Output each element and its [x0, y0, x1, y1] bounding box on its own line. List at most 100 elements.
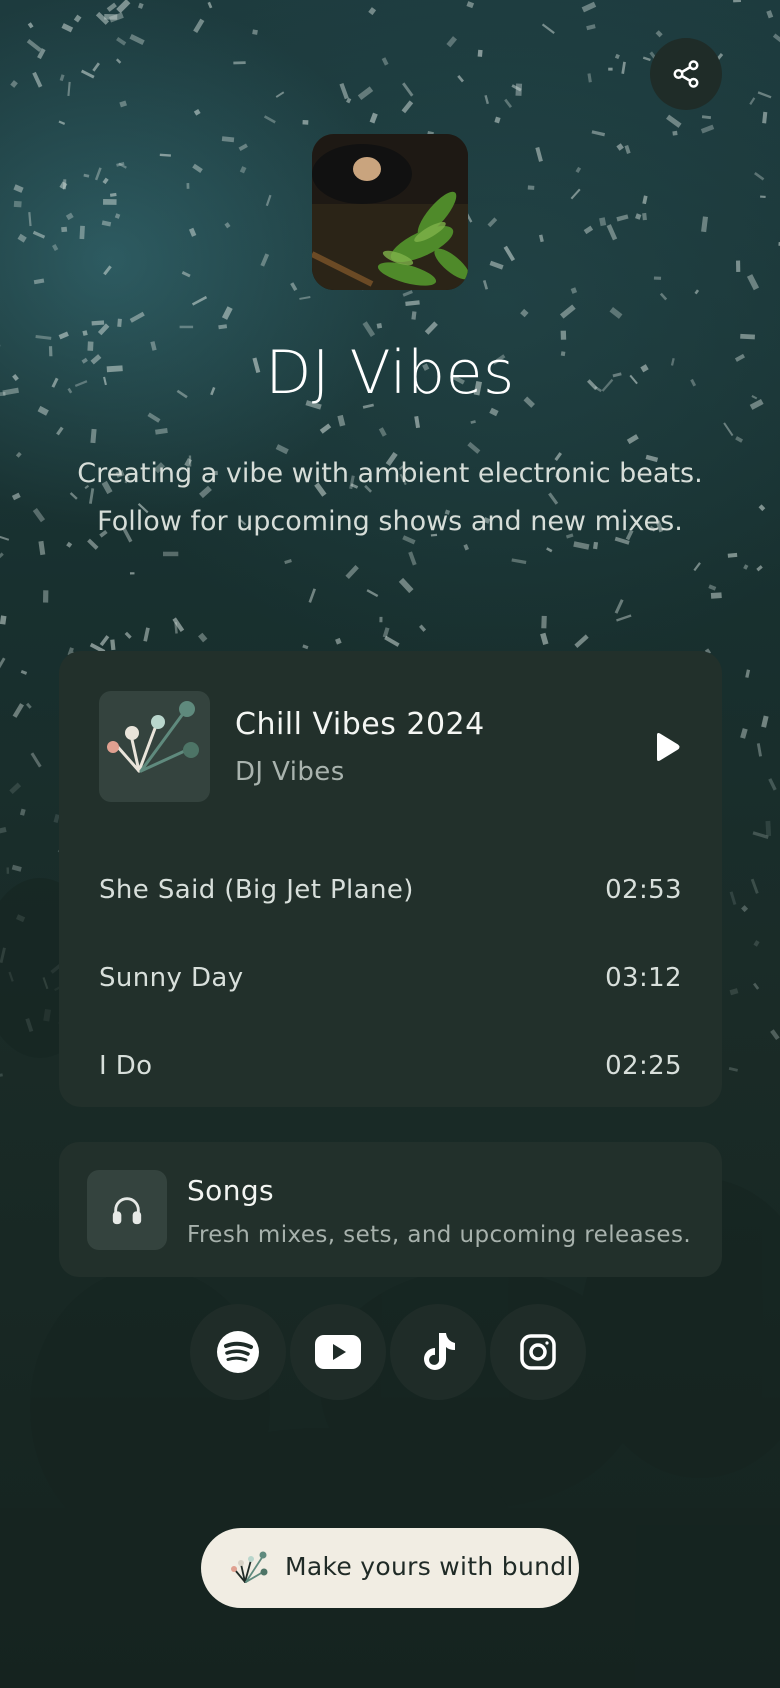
confetti-piece — [614, 53, 620, 60]
confetti-piece — [575, 166, 582, 174]
tiktok-icon — [424, 1333, 455, 1370]
confetti-piece — [411, 311, 417, 320]
confetti-piece — [20, 669, 28, 675]
confetti-piece — [570, 188, 581, 200]
share-icon — [673, 60, 699, 88]
music-player-card: Chill Vibes 2024 DJ Vibes She Said (Big … — [59, 651, 722, 1107]
confetti-piece — [193, 18, 205, 34]
confetti-piece — [59, 74, 65, 82]
headphones-icon — [112, 1197, 142, 1225]
confetti-piece — [110, 639, 116, 651]
confetti-piece — [414, 416, 421, 429]
confetti-piece — [772, 33, 780, 46]
instagram-icon — [520, 1334, 556, 1370]
confetti-piece — [749, 97, 756, 105]
confetti-piece — [103, 199, 117, 205]
confetti-piece — [736, 260, 741, 272]
confetti-piece — [319, 423, 332, 434]
confetti-piece — [13, 184, 24, 193]
play-button[interactable] — [649, 729, 685, 765]
confetti-piece — [102, 177, 109, 185]
confetti-piece — [302, 644, 309, 650]
track-duration: 02:25 — [605, 1051, 682, 1081]
track-row[interactable]: Sunny Day 03:12 — [99, 958, 682, 998]
confetti-piece — [181, 270, 191, 278]
confetti-piece — [489, 407, 499, 417]
bundl-logo-icon — [107, 701, 199, 773]
confetti-piece — [418, 624, 427, 632]
confetti-piece — [90, 428, 97, 444]
confetti-piece — [760, 195, 766, 198]
confetti-piece — [0, 657, 6, 669]
confetti-piece — [10, 80, 18, 88]
confetti-piece — [599, 217, 607, 227]
confetti-piece — [733, 0, 741, 3]
confetti-piece — [26, 702, 32, 709]
confetti-piece — [73, 14, 82, 23]
confetti-piece — [30, 752, 42, 768]
track-row[interactable]: I Do 02:25 — [99, 1046, 682, 1086]
confetti-piece — [79, 225, 85, 240]
tiktok-button[interactable] — [390, 1304, 486, 1400]
share-button[interactable] — [650, 38, 722, 110]
confetti-piece — [115, 58, 122, 64]
confetti-piece — [109, 12, 124, 23]
confetti-piece — [179, 325, 194, 329]
confetti-piece — [735, 436, 744, 443]
confetti-piece — [405, 300, 420, 306]
confetti-piece — [106, 2, 117, 12]
avatar-image — [312, 134, 468, 290]
confetti-piece — [32, 508, 46, 523]
confetti-piece — [12, 703, 24, 718]
confetti-piece — [263, 115, 276, 124]
confetti-piece — [275, 91, 285, 98]
confetti-piece — [381, 57, 389, 66]
confetti-piece — [159, 153, 171, 157]
confetti-piece — [538, 234, 544, 243]
spotify-button[interactable] — [190, 1304, 286, 1400]
confetti-piece — [91, 320, 105, 326]
confetti-piece — [378, 427, 387, 437]
confetti-piece — [401, 100, 414, 114]
songs-link-card[interactable]: Songs Fresh mixes, sets, and upcoming re… — [59, 1142, 722, 1277]
confetti-piece — [503, 245, 516, 262]
confetti-piece — [701, 115, 712, 120]
confetti-piece — [574, 634, 589, 648]
make-yours-button[interactable]: Make yours with bundl — [201, 1528, 579, 1608]
confetti-piece — [143, 627, 150, 642]
youtube-button[interactable] — [290, 1304, 386, 1400]
confetti-piece — [466, 1, 475, 9]
album-art — [99, 691, 210, 802]
confetti-piece — [163, 551, 179, 557]
confetti-piece — [376, 323, 383, 329]
confetti-piece — [337, 414, 346, 427]
confetti-piece — [745, 669, 751, 678]
confetti-piece — [710, 592, 722, 599]
confetti-piece — [345, 564, 359, 579]
confetti-piece — [402, 82, 414, 97]
confetti-piece — [15, 451, 22, 458]
confetti-piece — [265, 194, 272, 207]
link-thumbnail — [87, 1170, 167, 1250]
confetti-piece — [97, 323, 110, 336]
confetti-piece — [82, 330, 88, 336]
confetti-piece — [357, 86, 374, 100]
youtube-icon — [315, 1335, 361, 1369]
confetti-piece — [116, 36, 127, 46]
play-icon — [657, 733, 680, 761]
confetti-piece — [0, 535, 10, 541]
profile-name: DJ Vibes — [265, 338, 515, 408]
confetti-piece — [457, 74, 464, 83]
track-row[interactable]: She Said (Big Jet Plane) 02:53 — [99, 870, 682, 910]
confetti-piece — [362, 321, 376, 337]
confetti-piece — [61, 23, 74, 33]
confetti-piece — [694, 289, 700, 295]
confetti-piece — [224, 222, 231, 229]
confetti-piece — [740, 728, 748, 739]
confetti-piece — [541, 615, 547, 629]
confetti-piece — [540, 632, 549, 645]
confetti-piece — [114, 213, 121, 219]
confetti-piece — [61, 226, 68, 233]
social-links — [190, 1304, 590, 1400]
instagram-button[interactable] — [490, 1304, 586, 1400]
